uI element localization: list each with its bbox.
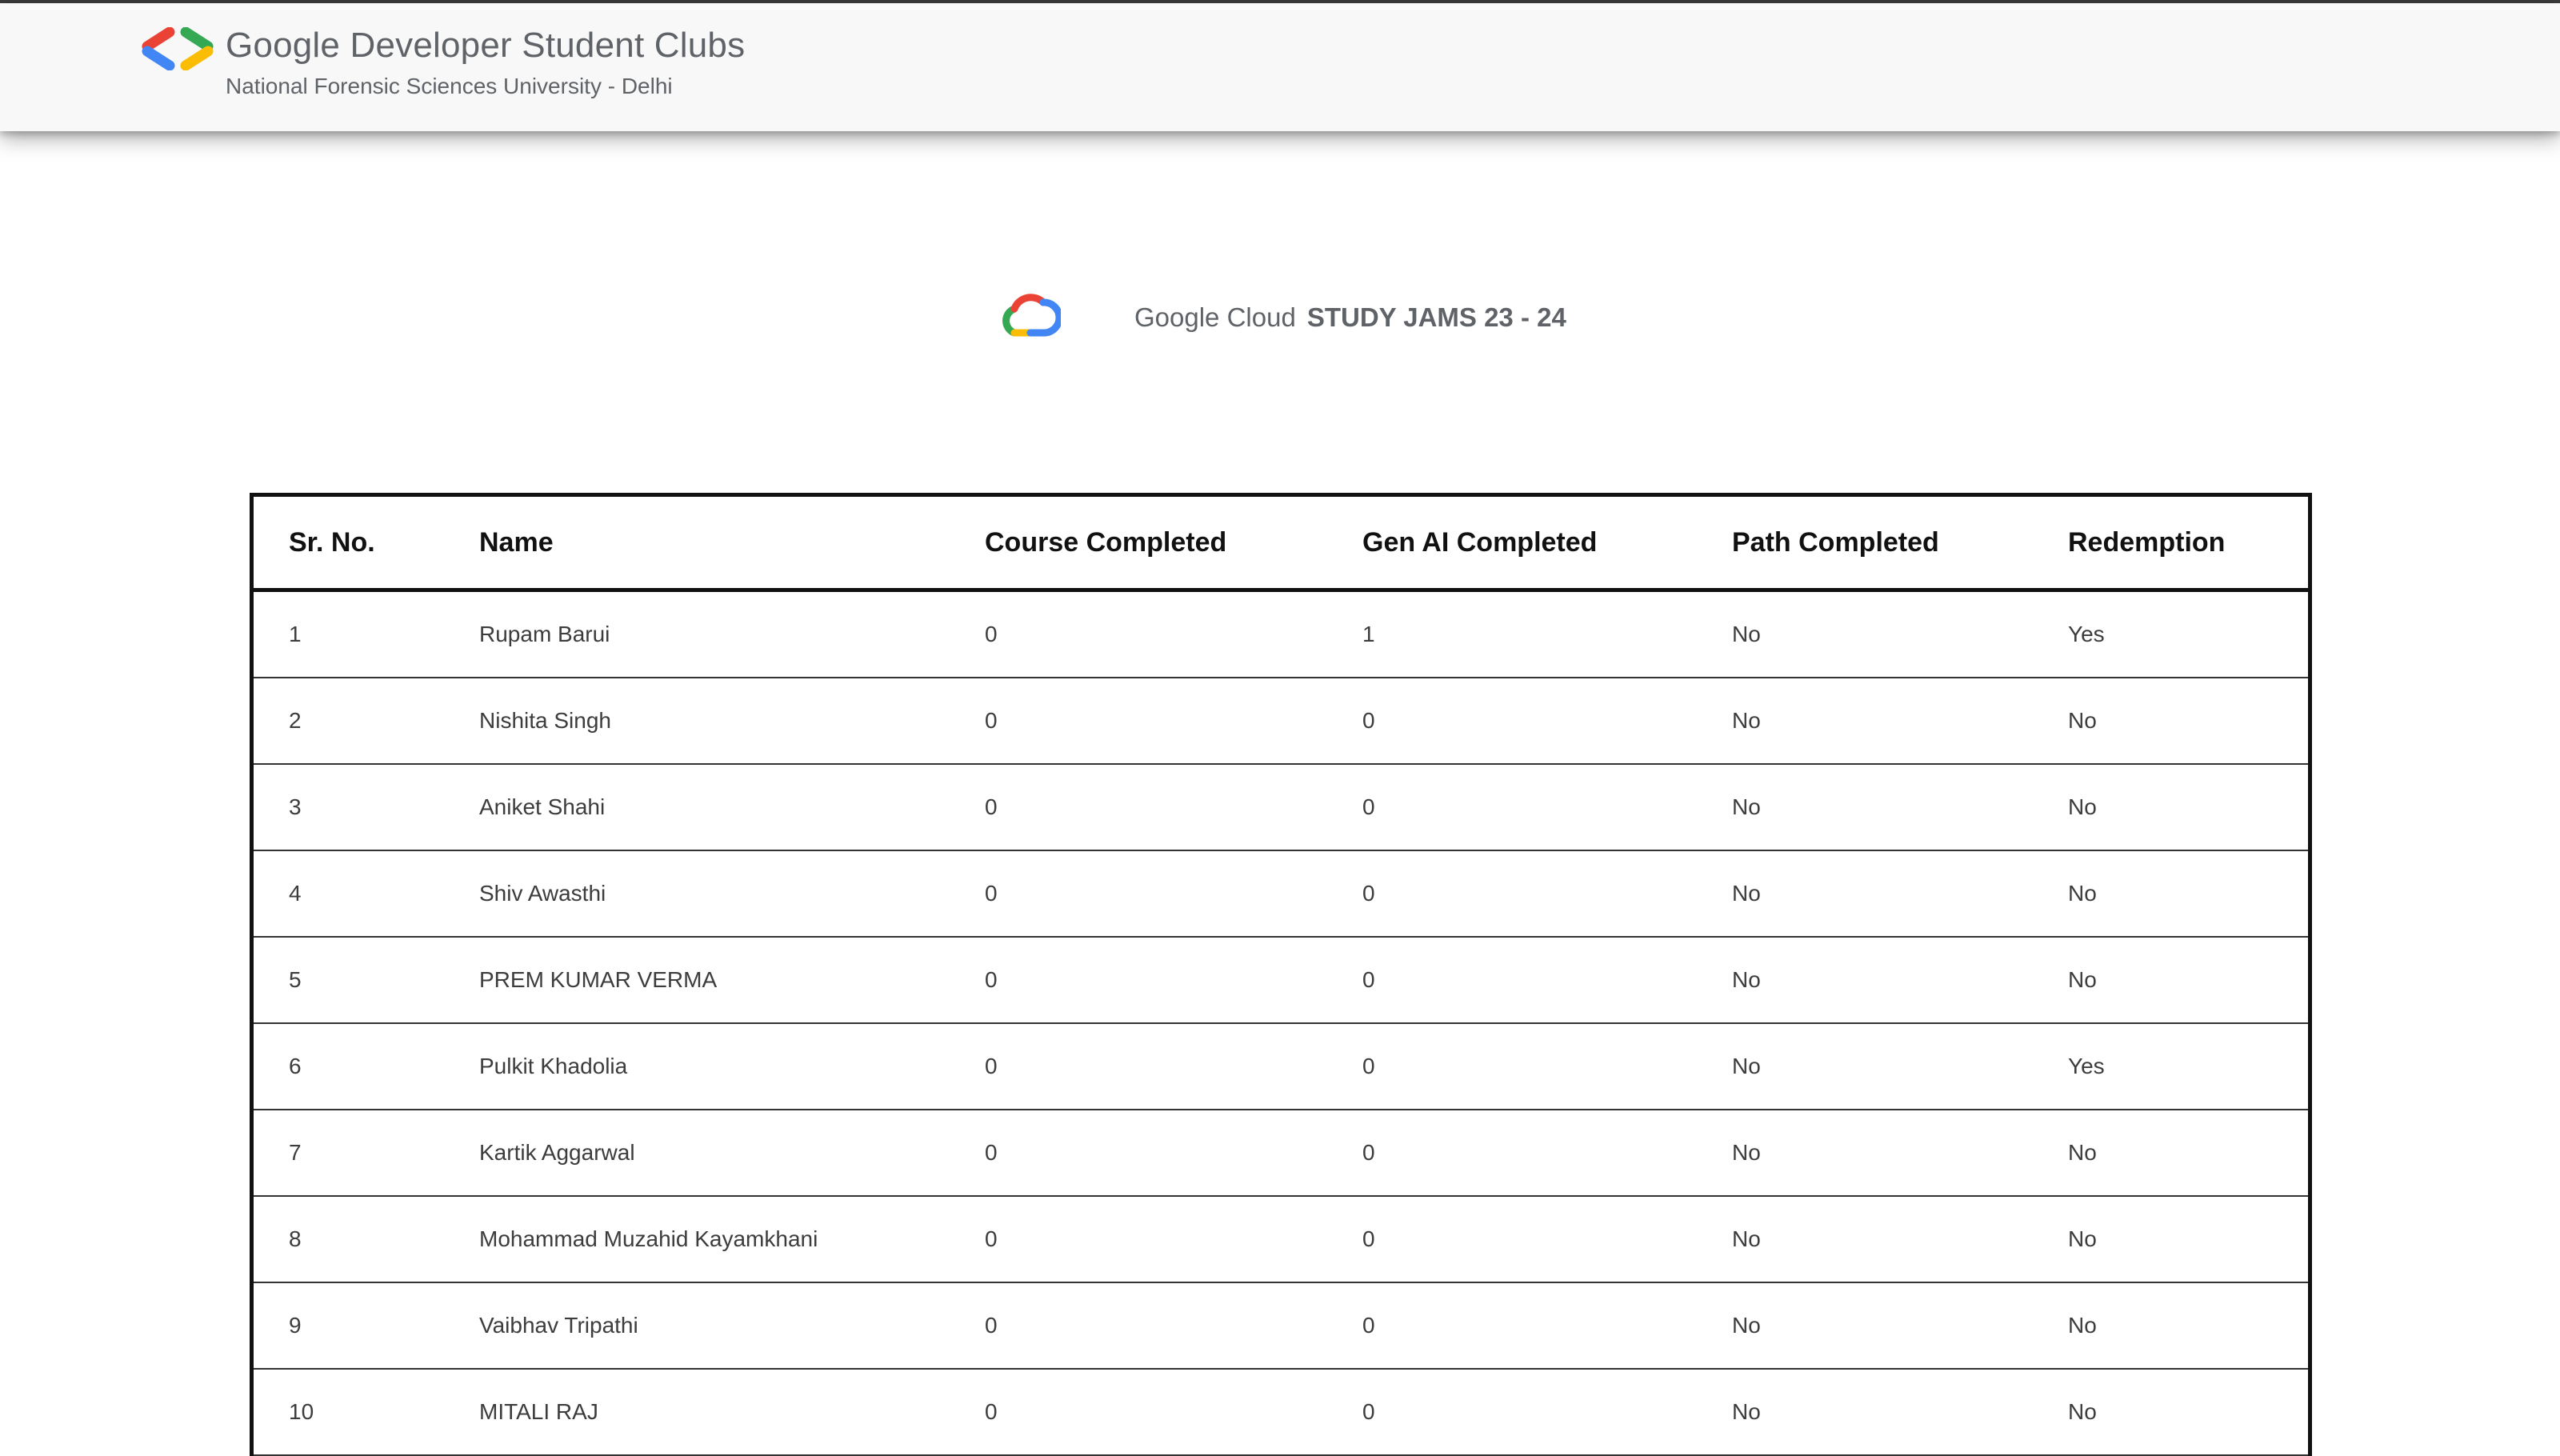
cell-course-completed: 0	[985, 850, 1362, 938]
cell-sr-no: 2	[254, 678, 479, 765]
cell-path-completed: No	[1732, 1282, 2068, 1370]
cell-course-completed: 0	[985, 1110, 1362, 1197]
cell-path-completed: No	[1732, 1110, 2068, 1197]
cell-path-completed: No	[1732, 590, 2068, 678]
cell-path-completed: No	[1732, 850, 2068, 938]
cell-redemption: Yes	[2068, 1023, 2308, 1110]
cell-gen-ai-completed: 0	[1362, 937, 1732, 1024]
table-header-row: Sr. No. Name Course Completed Gen AI Comple…	[254, 497, 2308, 592]
table-body: 1 Rupam Barui 0 1 No Yes 2 Nishita Singh 0 0 No No 3…	[254, 590, 2308, 1456]
table-row: 7 Kartik Aggarwal 0 0 No No	[254, 1110, 2308, 1197]
cell-sr-no: 5	[254, 937, 479, 1024]
cell-redemption: No	[2068, 1369, 2308, 1456]
site-header: Google Developer Student Clubs National …	[0, 3, 2560, 131]
cell-gen-ai-completed: 0	[1362, 1369, 1732, 1456]
cell-sr-no: 8	[254, 1196, 479, 1283]
cell-redemption: Yes	[2068, 590, 2308, 678]
column-header-sr-no: Sr. No.	[254, 497, 479, 592]
cell-course-completed: 0	[985, 1369, 1362, 1456]
cell-gen-ai-completed: 0	[1362, 678, 1732, 765]
cell-redemption: No	[2068, 1196, 2308, 1283]
table-row: 5 PREM KUMAR VERMA 0 0 No No	[254, 937, 2308, 1024]
cell-gen-ai-completed: 0	[1362, 1110, 1732, 1197]
cell-gen-ai-completed: 0	[1362, 1282, 1732, 1370]
cell-gen-ai-completed: 0	[1362, 850, 1732, 938]
cell-name: MITALI RAJ	[479, 1369, 985, 1456]
event-banner: Google Cloud STUDY JAMS 23 - 24	[0, 288, 2560, 352]
table-row: 4 Shiv Awasthi 0 0 No No	[254, 850, 2308, 938]
cell-course-completed: 0	[985, 678, 1362, 765]
cell-course-completed: 0	[985, 1282, 1362, 1370]
cell-redemption: No	[2068, 1282, 2308, 1370]
cell-redemption: No	[2068, 764, 2308, 851]
cell-gen-ai-completed: 0	[1362, 1196, 1732, 1283]
progress-table-container: Sr. No. Name Course Completed Gen AI Comple…	[250, 493, 2312, 1456]
progress-table: Sr. No. Name Course Completed Gen AI Comple…	[254, 497, 2308, 1456]
cell-course-completed: 0	[985, 1196, 1362, 1283]
cell-sr-no: 9	[254, 1282, 479, 1370]
cell-name: Kartik Aggarwal	[479, 1110, 985, 1197]
table-row: 2 Nishita Singh 0 0 No No	[254, 678, 2308, 765]
cell-course-completed: 0	[985, 764, 1362, 851]
column-header-redemption: Redemption	[2068, 497, 2308, 592]
cell-name: Shiv Awasthi	[479, 850, 985, 938]
cell-sr-no: 6	[254, 1023, 479, 1110]
cell-name: PREM KUMAR VERMA	[479, 937, 985, 1024]
table-row: 9 Vaibhav Tripathi 0 0 No No	[254, 1282, 2308, 1370]
table-row: 8 Mohammad Muzahid Kayamkhani 0 0 No No	[254, 1196, 2308, 1283]
cell-gen-ai-completed: 0	[1362, 764, 1732, 851]
cell-name: Mohammad Muzahid Kayamkhani	[479, 1196, 985, 1283]
cell-path-completed: No	[1732, 1196, 2068, 1283]
table-row: 10 MITALI RAJ 0 0 No No	[254, 1369, 2308, 1456]
cell-path-completed: No	[1732, 1023, 2068, 1110]
event-title: Google Cloud STUDY JAMS 23 - 24	[1134, 302, 1566, 333]
cell-name: Nishita Singh	[479, 678, 985, 765]
cell-name: Vaibhav Tripathi	[479, 1282, 985, 1370]
cell-sr-no: 4	[254, 850, 479, 938]
cell-course-completed: 0	[985, 590, 1362, 678]
column-header-course-completed: Course Completed	[985, 497, 1362, 592]
column-header-gen-ai-completed: Gen AI Completed	[1362, 497, 1732, 592]
column-header-name: Name	[479, 497, 985, 592]
google-cloud-icon	[1002, 294, 1061, 337]
cell-path-completed: No	[1732, 1369, 2068, 1456]
cell-path-completed: No	[1732, 764, 2068, 851]
cell-name: Pulkit Khadolia	[479, 1023, 985, 1110]
cell-redemption: No	[2068, 678, 2308, 765]
gdsc-brackets-icon	[142, 27, 214, 70]
cell-path-completed: No	[1732, 678, 2068, 765]
cell-sr-no: 3	[254, 764, 479, 851]
cell-name: Rupam Barui	[479, 590, 985, 678]
cell-redemption: No	[2068, 850, 2308, 938]
study-jams-label: STUDY JAMS 23 - 24	[1306, 302, 1566, 332]
column-header-path-completed: Path Completed	[1732, 497, 2068, 592]
cell-redemption: No	[2068, 1110, 2308, 1197]
table-row: 6 Pulkit Khadolia 0 0 No Yes	[254, 1023, 2308, 1110]
table-row: 1 Rupam Barui 0 1 No Yes	[254, 590, 2308, 678]
cell-course-completed: 0	[985, 1023, 1362, 1110]
cell-name: Aniket Shahi	[479, 764, 985, 851]
cell-sr-no: 1	[254, 590, 479, 678]
cell-sr-no: 7	[254, 1110, 479, 1197]
header-title: Google Developer Student Clubs	[226, 26, 746, 65]
table-row: 3 Aniket Shahi 0 0 No No	[254, 764, 2308, 851]
cell-redemption: No	[2068, 937, 2308, 1024]
header-subtitle: National Forensic Sciences University - …	[226, 74, 673, 98]
cell-gen-ai-completed: 1	[1362, 590, 1732, 678]
cell-path-completed: No	[1732, 937, 2068, 1024]
cell-sr-no: 10	[254, 1369, 479, 1456]
cell-course-completed: 0	[985, 937, 1362, 1024]
google-cloud-label: Google Cloud	[1134, 302, 1296, 332]
cell-gen-ai-completed: 0	[1362, 1023, 1732, 1110]
